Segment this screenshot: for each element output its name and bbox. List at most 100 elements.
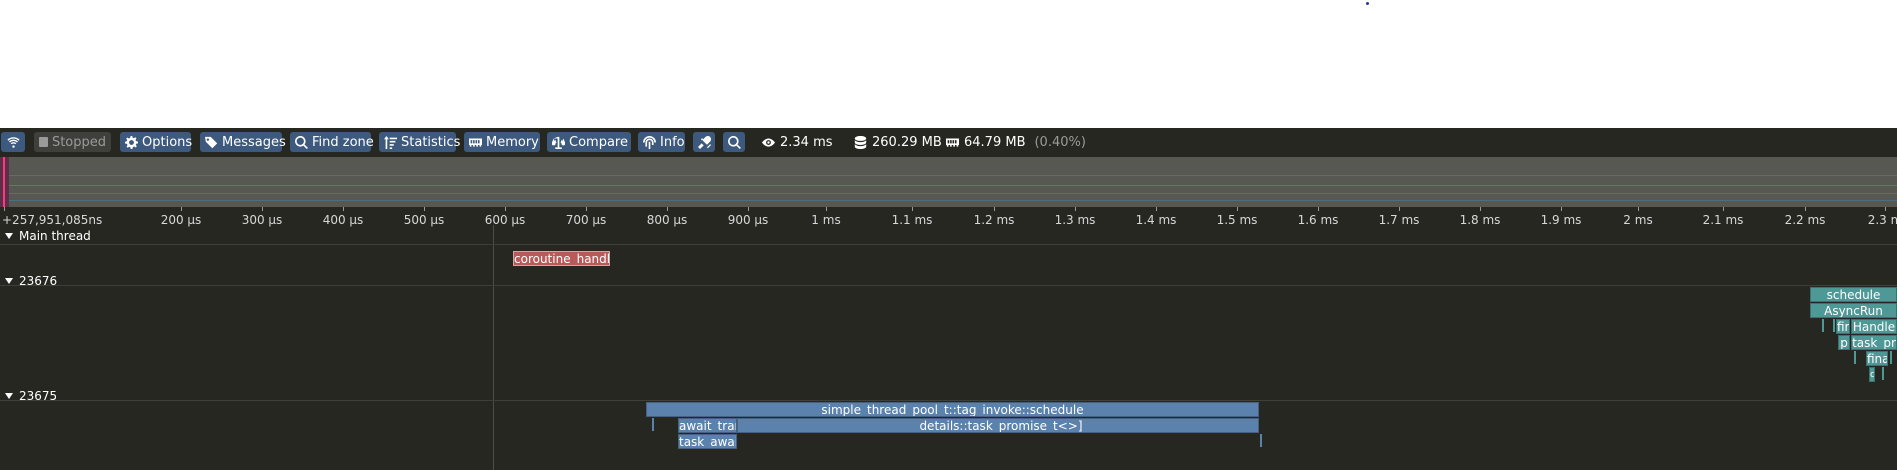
thread-header-23675[interactable]: 23675 [5, 389, 57, 403]
frame-guide-line [0, 175, 1897, 176]
thread-header-23676[interactable]: 23676 [5, 274, 57, 288]
sort-icon [384, 135, 397, 149]
time-ruler[interactable]: +257,951,085ns 200 µs 300 µs 400 µs 500 µs 60… [0, 207, 1897, 229]
zone-p[interactable]: p [1838, 335, 1850, 350]
magnifier-icon [727, 135, 741, 149]
compare-button[interactable]: Compare [547, 132, 631, 152]
ruler-label: 400 µs [322, 213, 364, 227]
messages-button[interactable]: Messages [200, 132, 286, 152]
stopped-button[interactable]: Stopped [34, 132, 111, 152]
toolbar: Stopped Options Messages Find zone Stati… [0, 128, 1897, 157]
collapse-triangle-icon[interactable] [5, 278, 13, 284]
view-time-value: 2.34 ms [780, 134, 833, 150]
data-size-value: 260.29 MB [872, 134, 942, 150]
zone-tiny[interactable] [1890, 351, 1892, 364]
zone-tiny[interactable] [1822, 319, 1824, 332]
find-zone-label: Find zone [312, 134, 374, 150]
tools-button[interactable] [693, 132, 715, 152]
statistics-label: Statistics [401, 134, 461, 150]
frame-guide-line [0, 200, 1897, 201]
fingerprint-icon [643, 135, 656, 149]
ruler-label: 200 µs [160, 213, 202, 227]
ruler-tick [1561, 207, 1562, 211]
zone-fina[interactable]: fina [1866, 351, 1888, 366]
zone-tiny[interactable] [1260, 434, 1262, 447]
view-time-stat: 2.34 ms [762, 132, 833, 152]
info-label: Info [660, 134, 685, 150]
ruler-label: 2.2 ms [1784, 213, 1826, 227]
ruler-tick [994, 207, 995, 211]
memory-usage-value: 64.79 MB [964, 134, 1026, 150]
thread-header-main[interactable]: Main thread [5, 229, 91, 243]
memory-icon [469, 137, 482, 147]
data-size-stat: 260.29 MB [854, 132, 942, 152]
memory-chip-icon [946, 137, 959, 147]
thread-name: Main thread [19, 229, 91, 243]
ruler-tick [1480, 207, 1481, 211]
frame-guide-line [0, 193, 1897, 194]
zoom-button[interactable] [723, 132, 745, 152]
profiler-window: Stopped Options Messages Find zone Stati… [0, 128, 1897, 470]
zone-task-promise[interactable]: task_pr [1851, 335, 1897, 350]
zone-tiny[interactable] [652, 418, 654, 431]
ruler-tick [826, 207, 827, 211]
zone-schedule[interactable]: schedule [1810, 287, 1897, 302]
ruler-tick [262, 207, 263, 211]
search-icon [295, 135, 308, 149]
frame-graph[interactable] [0, 157, 1897, 207]
find-zone-button[interactable]: Find zone [290, 132, 374, 152]
ruler-tick [1156, 207, 1157, 211]
ruler-tick [181, 207, 182, 211]
zone-fir[interactable]: fir [1836, 319, 1850, 334]
ruler-label: 1.8 ms [1459, 213, 1501, 227]
zone-c[interactable]: c [1869, 367, 1875, 382]
thread-separator [0, 400, 1897, 401]
zone-asyncrun[interactable]: AsyncRun [1810, 303, 1897, 318]
ruler-label: +257,951,085ns [2, 213, 103, 227]
ruler-label: 1.6 ms [1297, 213, 1339, 227]
ruler-label: 1 ms [811, 213, 841, 227]
current-frame-marker[interactable] [0, 157, 9, 207]
ruler-tick [505, 207, 506, 211]
zone-tiny[interactable] [1854, 351, 1856, 364]
options-button[interactable]: Options [120, 132, 192, 152]
zone-tiny[interactable] [1833, 319, 1835, 332]
ruler-tick [424, 207, 425, 211]
thread-name: 23675 [19, 389, 58, 403]
zone-coroutine-handle[interactable]: coroutine_handl [513, 251, 610, 266]
ruler-tick [343, 207, 344, 211]
thread-name: 23676 [19, 274, 58, 288]
database-icon [854, 135, 867, 149]
statistics-button[interactable]: Statistics [379, 132, 460, 152]
compare-label: Compare [569, 134, 628, 150]
zone-tiny[interactable] [1882, 367, 1884, 380]
collapse-triangle-icon[interactable] [5, 233, 13, 239]
zone-handle[interactable]: Handle [1851, 319, 1897, 334]
ruler-tick [1723, 207, 1724, 211]
gear-icon [125, 135, 138, 149]
connection-button[interactable] [1, 132, 25, 152]
zone-task-awaiter[interactable]: task_await [678, 434, 737, 449]
memory-button[interactable]: Memory [464, 132, 540, 152]
zone-task-promise[interactable]: _details::task_promise_t<>] [737, 418, 1259, 433]
ruler-label: 900 µs [727, 213, 769, 227]
ruler-tick [4, 207, 5, 211]
time-cursor-line [493, 225, 494, 470]
collapse-triangle-icon[interactable] [5, 393, 13, 399]
memory-usage-stat: 64.79 MB (0.40%) [946, 132, 1086, 152]
ruler-label: 1.4 ms [1135, 213, 1177, 227]
stray-dot [1366, 2, 1369, 5]
ruler-label: 1.3 ms [1054, 213, 1096, 227]
tags-icon [205, 136, 218, 148]
ruler-label: 500 µs [403, 213, 445, 227]
tools-icon [697, 135, 711, 149]
zone-simple-thread-pool-schedule[interactable]: simple_thread_pool_t::tag_invoke::schedu… [646, 402, 1259, 417]
messages-label: Messages [222, 134, 286, 150]
info-button[interactable]: Info [638, 132, 685, 152]
ruler-label: 1.9 ms [1540, 213, 1582, 227]
zone-await-transform[interactable]: await_tran [678, 418, 737, 433]
frame-guide-line [0, 185, 1897, 186]
ruler-tick [1885, 207, 1886, 211]
stop-icon [39, 137, 48, 147]
ruler-label: 2.3 m [1867, 213, 1897, 227]
